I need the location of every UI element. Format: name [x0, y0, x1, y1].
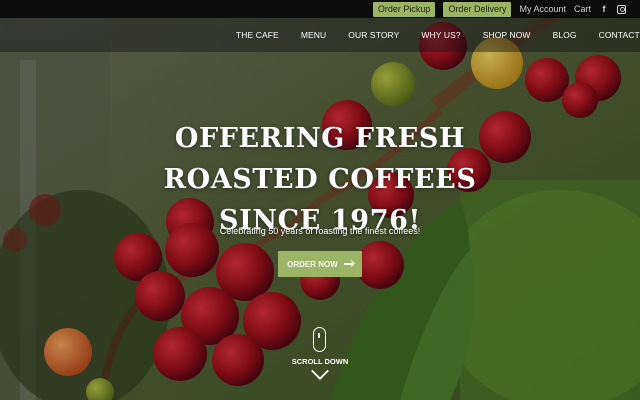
instagram-icon[interactable]: [617, 4, 626, 14]
nav-item-blog[interactable]: BLOG: [553, 30, 577, 40]
top-utility-bar: Order Pickup Order Delivery My Account C…: [0, 0, 640, 18]
nav-item-our-story[interactable]: OUR STORY: [348, 30, 399, 40]
arrow-right-icon: [343, 263, 353, 265]
cart-link[interactable]: Cart: [574, 4, 591, 14]
nav-item-menu[interactable]: MENU: [301, 30, 326, 40]
hero-subtitle: Celebrating 50 years of roasting the fin…: [219, 226, 421, 236]
order-pickup-button[interactable]: Order Pickup: [372, 1, 436, 17]
mouse-scroll-icon[interactable]: [313, 327, 326, 352]
hero-headline: OFFERING FRESH ROASTED COFFEES SINCE 197…: [140, 118, 500, 241]
nav-item-the-cafe[interactable]: THE CAFE: [236, 30, 279, 40]
main-navigation: THE CAFE MENU OUR STORY WHY US? SHOP NOW…: [0, 18, 640, 52]
nav-item-shop-now[interactable]: SHOP NOW: [483, 30, 531, 40]
nav-item-why-us[interactable]: WHY US?: [421, 30, 460, 40]
nav-item-contact-us[interactable]: CONTACT US: [599, 30, 640, 40]
order-now-label: ORDER NOW: [287, 259, 338, 269]
hero-headline-line-2: ROASTED COFFEES: [163, 164, 477, 195]
my-account-link[interactable]: My Account: [519, 4, 566, 14]
hero-headline-line-1: OFFERING FRESH: [174, 123, 466, 154]
order-now-button[interactable]: ORDER NOW: [278, 251, 362, 277]
order-delivery-button[interactable]: Order Delivery: [443, 1, 512, 17]
top-utility-links: Order Pickup Order Delivery My Account C…: [372, 1, 626, 17]
facebook-icon[interactable]: f: [599, 4, 609, 14]
